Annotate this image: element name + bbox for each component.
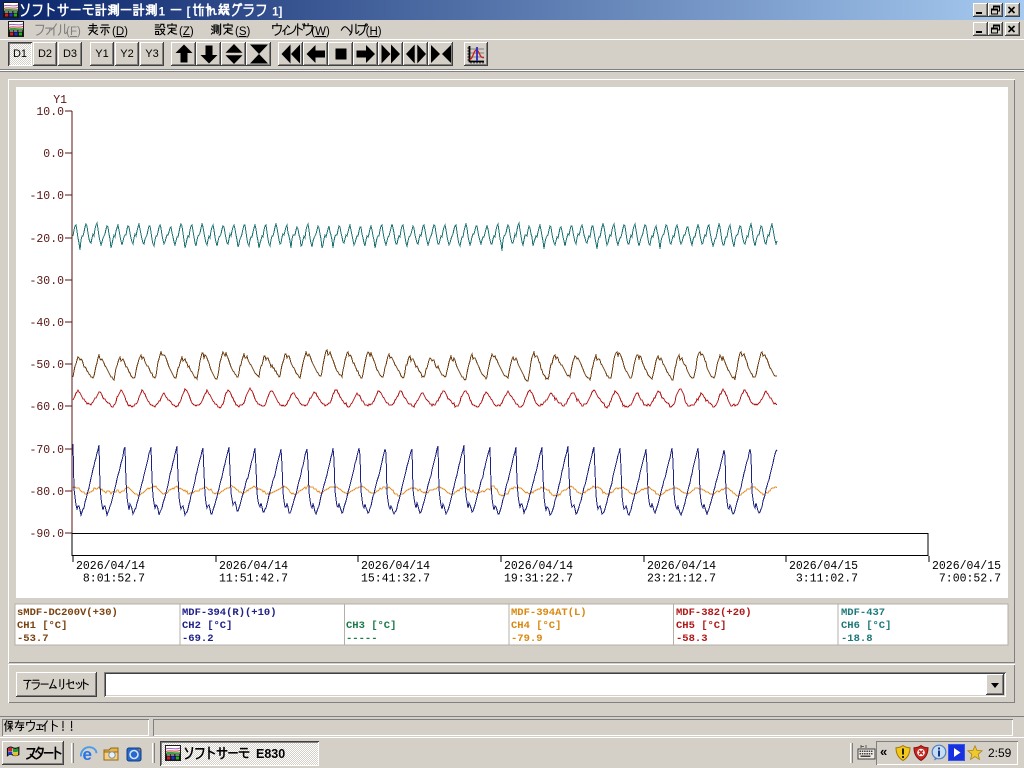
svg-text:-30.0: -30.0 [29, 275, 64, 288]
svg-text:10.0: 10.0 [36, 106, 64, 119]
svg-text:-40.0: -40.0 [29, 317, 64, 330]
svg-text:MDF-437: MDF-437 [841, 607, 885, 619]
svg-text:CH1 [°C]: CH1 [°C] [17, 620, 67, 632]
svg-text:-58.3: -58.3 [676, 633, 708, 645]
svg-text:Y1: Y1 [53, 94, 67, 107]
svg-text:(Z): (Z) [179, 26, 194, 38]
svg-text:-----: ----- [346, 633, 378, 645]
svg-text:-18.8: -18.8 [841, 633, 873, 645]
svg-text:MDF-394(R)(+10): MDF-394(R)(+10) [182, 607, 277, 619]
svg-text:CH3 [°C]: CH3 [°C] [346, 620, 396, 632]
svg-text:2026/04/14: 2026/04/14 [219, 560, 288, 573]
svg-text:2026/04/14: 2026/04/14 [76, 560, 145, 573]
svg-text:(W): (W) [311, 26, 330, 38]
svg-text:-60.0: -60.0 [29, 401, 64, 414]
svg-text:MDF-382(+20): MDF-382(+20) [676, 607, 752, 619]
svg-text:-53.7: -53.7 [17, 633, 49, 645]
svg-text:-10.0: -10.0 [29, 190, 64, 203]
svg-text:(D): (D) [112, 26, 128, 38]
svg-text:sMDF-DC200V(+30): sMDF-DC200V(+30) [17, 607, 118, 619]
svg-text:CH4 [°C]: CH4 [°C] [511, 620, 561, 632]
svg-text:2026/04/14: 2026/04/14 [361, 560, 430, 573]
svg-text:-50.0: -50.0 [29, 359, 64, 372]
svg-text:1: 1 [159, 6, 169, 18]
svg-text:11:51:42.7: 11:51:42.7 [219, 573, 288, 586]
svg-text:CH6 [°C]: CH6 [°C] [841, 620, 891, 632]
svg-text:2026/04/15: 2026/04/15 [789, 560, 858, 573]
svg-text:3:11:02.7: 3:11:02.7 [789, 573, 858, 586]
svg-text:19:31:22.7: 19:31:22.7 [504, 573, 573, 586]
svg-text:MDF-394AT(L): MDF-394AT(L) [511, 607, 587, 619]
svg-text:2026/04/14: 2026/04/14 [504, 560, 573, 573]
svg-text:-70.0: -70.0 [29, 444, 64, 457]
svg-text:-69.2: -69.2 [182, 633, 214, 645]
svg-text:2026/04/14: 2026/04/14 [647, 560, 716, 573]
svg-text:(H): (H) [366, 26, 382, 38]
svg-text:1]: 1] [269, 6, 283, 18]
svg-text:23:21:12.7: 23:21:12.7 [647, 573, 716, 586]
svg-text:CH2 [°C]: CH2 [°C] [182, 620, 232, 632]
svg-text:(F): (F) [66, 26, 81, 38]
svg-text:7:00:52.7: 7:00:52.7 [932, 573, 1001, 586]
svg-text:-20.0: -20.0 [29, 233, 64, 246]
svg-text:CH5 [°C]: CH5 [°C] [676, 620, 726, 632]
svg-text:8:01:52.7: 8:01:52.7 [76, 573, 145, 586]
svg-text:-79.9: -79.9 [511, 633, 543, 645]
svg-text:-80.0: -80.0 [29, 486, 64, 499]
svg-text:[: [ [183, 6, 190, 18]
svg-text:E830: E830 [256, 747, 285, 761]
svg-text:15:41:32.7: 15:41:32.7 [361, 573, 430, 586]
svg-text:2026/04/15: 2026/04/15 [932, 560, 1001, 573]
svg-text:(S): (S) [235, 26, 251, 38]
svg-text:-90.0: -90.0 [29, 528, 64, 541]
svg-text:0.0: 0.0 [43, 148, 64, 161]
